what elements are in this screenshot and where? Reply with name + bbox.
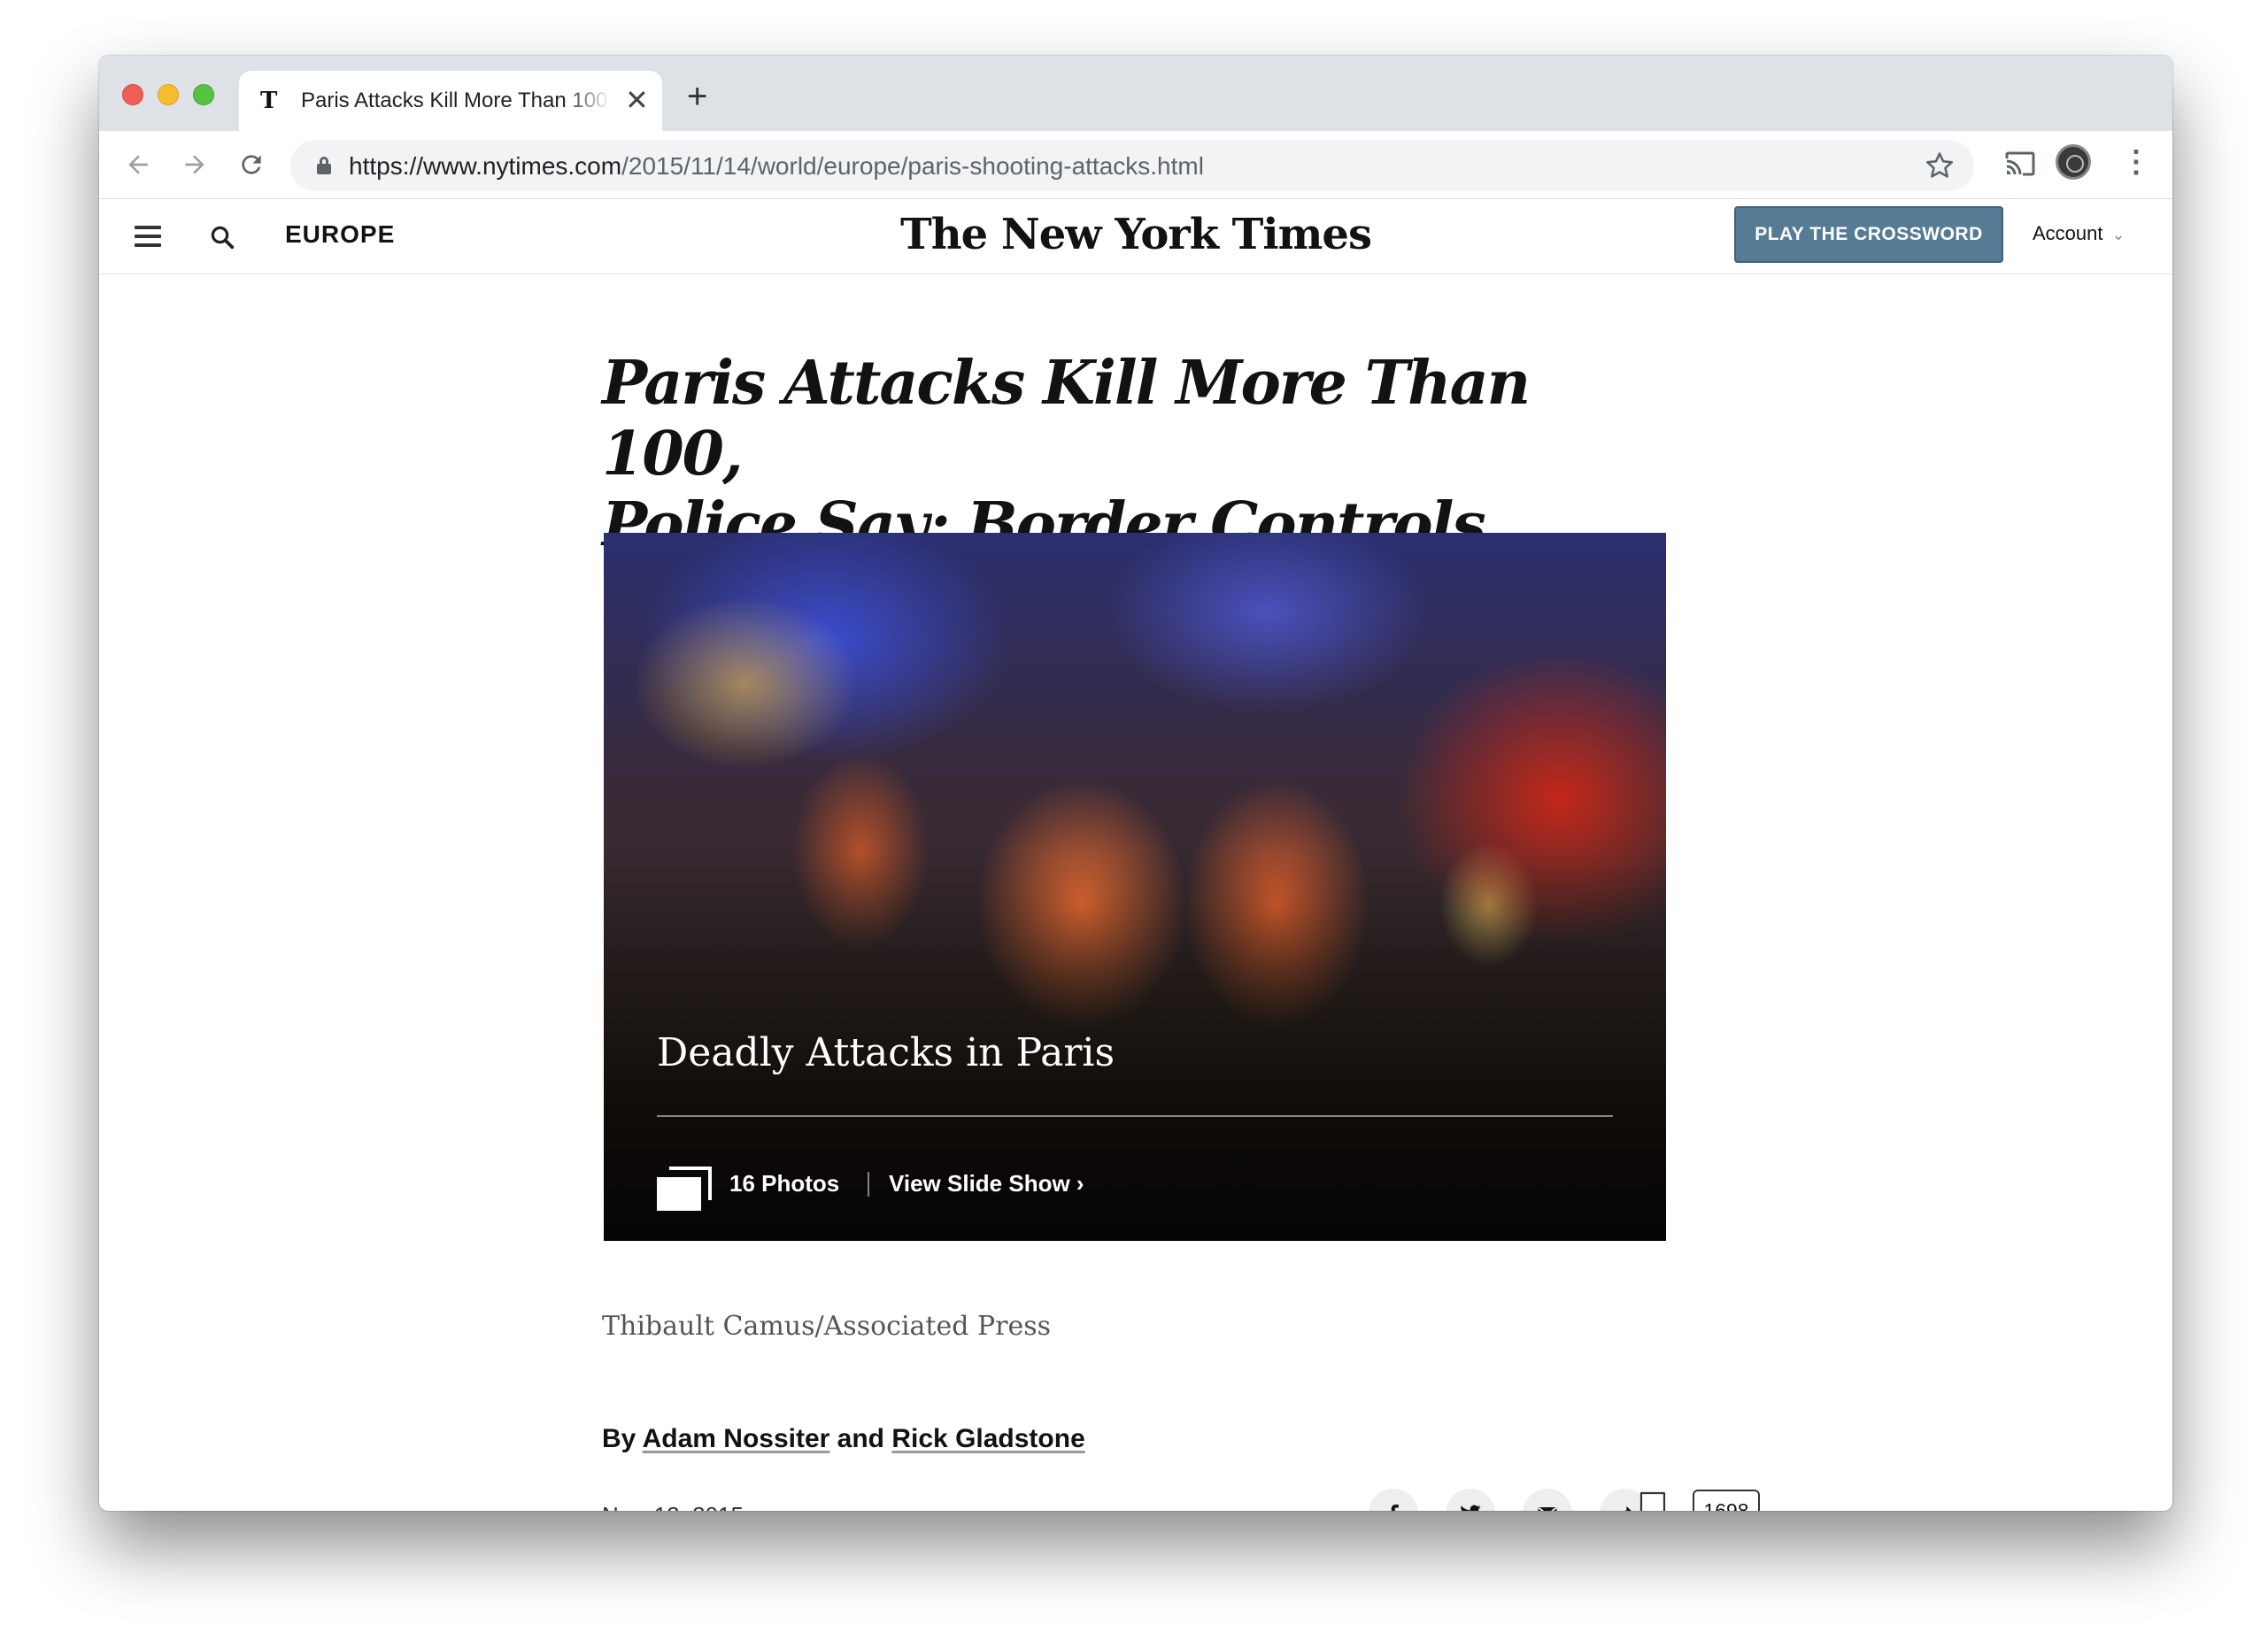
profile-icon[interactable]	[2056, 144, 2091, 180]
divider	[868, 1172, 869, 1197]
publish-date: Nov. 13, 2015	[602, 1502, 744, 1511]
tab-bar: T Paris Attacks Kill More Than 100, Poli…	[99, 56, 2172, 131]
email-share-button[interactable]	[1523, 1489, 1572, 1511]
hero-gradient-overlay	[604, 533, 1666, 1241]
account-label: Account	[2033, 222, 2103, 244]
new-tab-button[interactable]: +	[687, 79, 707, 114]
photo-count: 16 Photos	[729, 1170, 840, 1197]
reload-icon[interactable]	[234, 147, 269, 182]
facebook-icon	[1391, 1504, 1399, 1511]
byline-conjunction: and	[837, 1424, 885, 1453]
byline: By Adam Nossiter and Rick Gladstone	[602, 1424, 1085, 1454]
browser-toolbar: https://www.nytimes.com/2015/11/14/world…	[99, 131, 2172, 199]
lock-icon[interactable]	[317, 157, 331, 174]
back-arrow-icon[interactable]	[120, 147, 156, 182]
address-bar[interactable]: https://www.nytimes.com/2015/11/14/world…	[290, 140, 1974, 191]
facebook-share-button[interactable]	[1369, 1489, 1418, 1511]
account-menu[interactable]: Account ⌄	[2033, 222, 2125, 245]
maximize-window-button[interactable]	[193, 84, 214, 105]
photo-credit: Thibault Camus/Associated Press	[602, 1311, 1052, 1342]
forward-arrow-icon[interactable]	[177, 147, 212, 182]
bookmark-star-icon[interactable]	[1925, 147, 1955, 189]
bookmark-icon[interactable]	[1639, 1491, 1666, 1511]
twitter-share-button[interactable]	[1446, 1489, 1495, 1511]
more-menu-icon[interactable]: ⋮	[2121, 144, 2151, 180]
comments-count-button[interactable]: 1698	[1693, 1490, 1760, 1511]
url-text[interactable]: https://www.nytimes.com/2015/11/14/world…	[349, 152, 1204, 181]
nyt-favicon-icon: T	[260, 88, 278, 114]
slideshow-divider	[657, 1115, 1613, 1117]
email-icon	[1538, 1506, 1557, 1511]
close-window-button[interactable]	[122, 84, 143, 105]
cast-icon[interactable]	[2004, 148, 2036, 180]
slideshow-title[interactable]: Deadly Attacks in Paris	[657, 1030, 1115, 1075]
author-link[interactable]: Adam Nossiter	[643, 1424, 830, 1453]
byline-prefix: By	[602, 1424, 636, 1453]
hero-slideshow-image[interactable]: Deadly Attacks in Paris 16 Photos View S…	[604, 533, 1666, 1241]
view-slideshow-link[interactable]: View Slide Show ›	[889, 1170, 1084, 1197]
author-link[interactable]: Rick Gladstone	[891, 1424, 1084, 1453]
tab-close-icon[interactable]: ✕	[625, 83, 649, 117]
tab-title: Paris Attacks Kill More Than 100, Police…	[301, 89, 611, 112]
twitter-icon	[1461, 1505, 1481, 1511]
play-crossword-button[interactable]: PLAY THE CROSSWORD	[1734, 206, 2003, 263]
share-icon	[1624, 1506, 1632, 1511]
chevron-down-icon: ⌄	[2111, 226, 2125, 243]
slideshow-icon	[657, 1167, 712, 1211]
browser-window: T Paris Attacks Kill More Than 100, Poli…	[99, 56, 2172, 1511]
headline-line-1: Paris Attacks Kill More Than 100,	[602, 348, 1531, 489]
site-header: EUROPE The New York Times PLAY THE CROSS…	[99, 199, 2172, 274]
browser-tab[interactable]: T Paris Attacks Kill More Than 100, Poli…	[239, 71, 662, 131]
minimize-window-button[interactable]	[158, 84, 179, 105]
